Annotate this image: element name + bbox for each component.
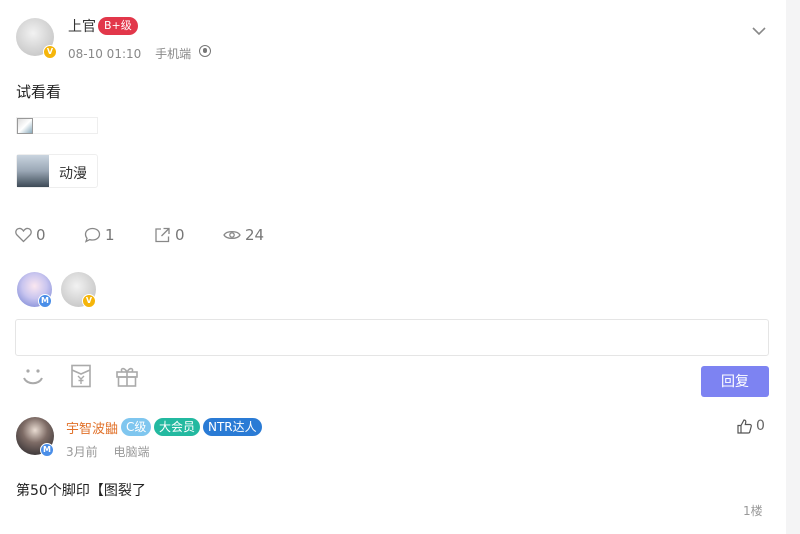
verified-badge-icon: V: [82, 294, 96, 308]
scrollbar[interactable]: [786, 0, 800, 534]
share-stat[interactable]: 0: [154, 226, 185, 244]
comment-client: 电脑端: [113, 445, 150, 459]
post-card: V 上官 B+级 08-10 01:10 手机端 试看看 动漫 0 1 0 24…: [0, 0, 786, 534]
floor-number: 1楼: [743, 504, 763, 518]
topic-chip[interactable]: 动漫: [16, 154, 98, 188]
post-client: 手机端: [155, 47, 192, 61]
eye-icon: [223, 230, 241, 240]
like-count: 0: [36, 226, 46, 244]
reply-input[interactable]: [15, 319, 769, 356]
post-text: 试看看: [16, 83, 62, 101]
topic-label: 动漫: [59, 166, 87, 182]
like-stat[interactable]: 0: [15, 226, 46, 244]
commenter-name[interactable]: 宇智波鼬: [66, 418, 118, 437]
member-badge-icon: M: [40, 443, 54, 457]
member-badge-icon: M: [38, 294, 52, 308]
verified-badge-icon: V: [43, 45, 57, 59]
comment-like[interactable]: 0: [737, 418, 765, 434]
red-packet-icon[interactable]: [69, 364, 93, 388]
reply-button[interactable]: 回复: [701, 366, 769, 397]
comment-text: 第50个脚印【图裂了: [16, 483, 146, 499]
broken-image-icon: [17, 118, 33, 134]
comment-meta: 3月前 电脑端: [66, 443, 161, 460]
chevron-down-icon[interactable]: [752, 24, 766, 38]
post-time: 08-10 01:10: [68, 47, 142, 61]
share-count: 0: [175, 226, 185, 244]
author-name[interactable]: 上官: [68, 16, 96, 36]
share-icon: [155, 227, 170, 243]
level-badge: B+级: [98, 17, 138, 35]
heart-icon: [15, 227, 32, 243]
commenter-title-tag: NTR达人: [203, 418, 262, 436]
comment-icon: [84, 227, 101, 243]
comment-time: 3月前: [66, 445, 98, 459]
globe-icon: [199, 45, 211, 57]
thumbs-up-icon: [737, 418, 752, 434]
comment-count: 1: [105, 226, 115, 244]
commenter-vip-tag: 大会员: [154, 418, 201, 436]
commenter-level-tag: C级: [121, 418, 152, 436]
gift-icon[interactable]: [115, 364, 139, 388]
post-meta: 08-10 01:10 手机端: [68, 45, 201, 62]
view-stat: 24: [223, 226, 264, 244]
comment-stat[interactable]: 1: [84, 226, 115, 244]
comment-like-count: 0: [756, 418, 765, 434]
post-image[interactable]: [16, 117, 98, 134]
view-count: 24: [245, 226, 265, 244]
topic-thumbnail: [17, 155, 49, 187]
emoji-icon[interactable]: [21, 364, 45, 388]
